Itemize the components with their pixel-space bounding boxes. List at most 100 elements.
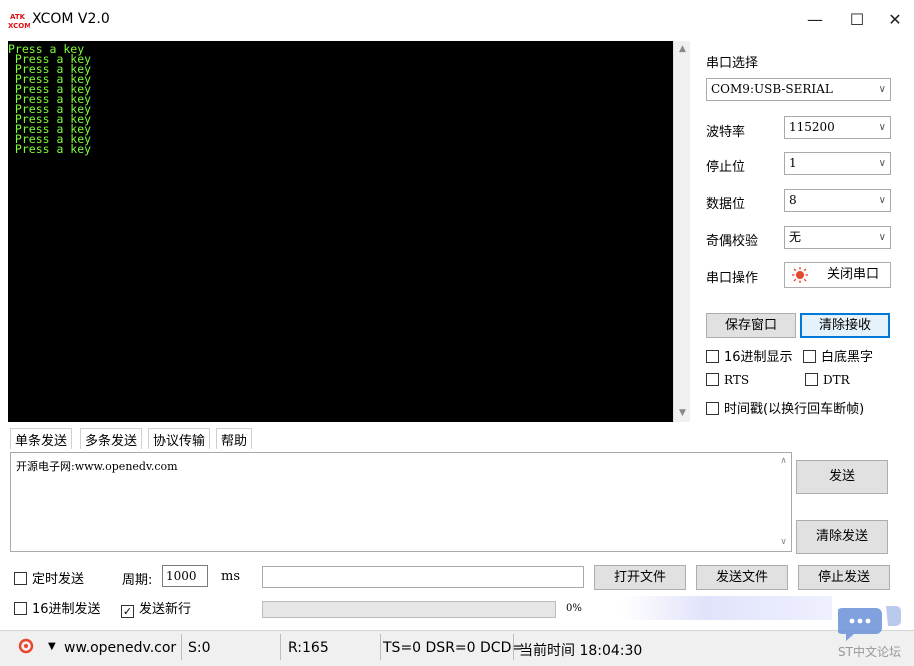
checkbox-icon (803, 350, 816, 363)
tab-help[interactable]: 帮助 (216, 428, 253, 449)
timed-send-checkbox[interactable]: 定时发送 (14, 568, 84, 587)
timed-send-label: 定时发送 (32, 572, 85, 587)
window-title: XCOM V2.0 (32, 11, 110, 27)
send-file-button[interactable]: 发送文件 (696, 565, 788, 590)
receive-terminal[interactable]: Press a key Press a key Press a key Pres… (8, 41, 673, 422)
port-op-label: 串口操作 (706, 271, 759, 286)
clear-receive-button[interactable]: 清除接收 (800, 313, 890, 338)
scroll-up-icon[interactable]: ∧ (775, 453, 792, 470)
hex-send-checkbox[interactable]: 16进制发送 (14, 598, 101, 617)
period-label: 周期: (122, 573, 153, 588)
status-separator (380, 634, 381, 660)
terminal-line: Press a key (8, 102, 92, 116)
forum-watermark: ST中文论坛 (838, 645, 901, 659)
open-file-button[interactable]: 打开文件 (594, 565, 686, 590)
checkbox-icon (706, 402, 719, 415)
checkbox-icon (805, 373, 818, 386)
parity-label: 奇偶校验 (706, 234, 759, 249)
maximize-button[interactable]: ☐ (839, 8, 875, 32)
dropdown-arrow-icon[interactable]: ▼ (48, 641, 56, 652)
hex-display-checkbox[interactable]: 16进制显示 (706, 346, 793, 365)
stopbits-label: 停止位 (706, 160, 746, 175)
title-bar (0, 0, 914, 40)
rts-label: RTS (724, 373, 750, 387)
chevron-down-icon: ∨ (878, 84, 886, 95)
timestamp-checkbox[interactable]: 时间戳(以换行回车断帧) (706, 398, 864, 417)
rts-checkbox[interactable]: RTS (706, 373, 749, 387)
port-label: 串口选择 (706, 56, 759, 71)
tab-multi-send[interactable]: 多条发送 (80, 428, 143, 449)
close-port-label: 关闭串口 (827, 267, 880, 282)
terminal-line: Press a key (8, 42, 85, 56)
port-select[interactable]: COM9:USB-SERIAL ∨ (706, 78, 891, 101)
hex-send-label: 16进制发送 (32, 602, 101, 617)
status-separator (181, 634, 182, 660)
send-newline-checkbox[interactable]: ✓ 发送新行 (121, 598, 191, 618)
terminal-line: Press a key (8, 132, 92, 146)
status-signals: TS=0 DSR=0 DCD= (383, 640, 524, 656)
period-unit: ms (221, 569, 240, 584)
status-received-count: R:165 (288, 640, 329, 656)
send-button[interactable]: 发送 (796, 460, 888, 494)
parity-value: 无 (789, 230, 802, 244)
databits-select[interactable]: 8 ∨ (784, 189, 891, 212)
status-url-link[interactable]: ww.openedv.cor (64, 640, 176, 656)
terminal-line: Press a key (8, 52, 92, 66)
status-sent-count: S:0 (188, 640, 211, 656)
parity-select[interactable]: 无 ∨ (784, 226, 891, 249)
progress-label: 0% (566, 603, 582, 614)
timestamp-label: 时间戳(以换行回车断帧) (724, 402, 865, 417)
chevron-down-icon: ∨ (878, 195, 886, 206)
checkbox-icon (14, 602, 27, 615)
status-separator (280, 634, 281, 660)
svg-text:XCOM: XCOM (8, 22, 30, 30)
baud-select[interactable]: 115200 ∨ (784, 116, 891, 139)
minimize-button[interactable]: — (797, 8, 833, 32)
scroll-down-icon[interactable]: ▼ (674, 405, 691, 422)
checkbox-icon (706, 350, 719, 363)
tab-single-send[interactable]: 单条发送 (10, 428, 73, 449)
receive-scrollbar[interactable]: ▲ ▼ (673, 41, 690, 422)
close-port-button[interactable]: 关闭串口 (784, 262, 891, 288)
status-time: 当前时间 18:04:30 (519, 643, 643, 659)
period-input[interactable]: 1000 (162, 565, 208, 587)
databits-value: 8 (789, 193, 797, 207)
chevron-down-icon: ∨ (878, 158, 886, 169)
chevron-down-icon: ∨ (878, 232, 886, 243)
checkbox-icon (14, 572, 27, 585)
scroll-down-icon[interactable]: ∨ (775, 534, 792, 551)
dtr-checkbox[interactable]: DTR (805, 373, 850, 387)
settings-gear-icon[interactable] (18, 638, 34, 658)
terminal-line: Press a key (8, 122, 92, 136)
stop-send-button[interactable]: 停止发送 (798, 565, 890, 590)
dtr-label: DTR (823, 373, 850, 387)
stopbits-select[interactable]: 1 ∨ (784, 152, 891, 175)
stopbits-value: 1 (789, 156, 797, 170)
status-separator (513, 634, 514, 660)
port-value: COM9:USB-SERIAL (711, 82, 833, 96)
terminal-line: Press a key (8, 72, 92, 86)
white-bg-checkbox[interactable]: 白底黑字 (803, 346, 873, 365)
close-button[interactable]: ✕ (881, 8, 909, 32)
checkbox-icon (706, 373, 719, 386)
tab-protocol[interactable]: 协议传输 (148, 428, 211, 449)
terminal-line: Press a key (8, 82, 92, 96)
hex-display-label: 16进制显示 (724, 350, 793, 365)
terminal-line: Press a key (8, 142, 92, 156)
baud-label: 波特率 (706, 125, 746, 140)
svg-text:ATK: ATK (10, 13, 26, 21)
blur-overlay (620, 596, 832, 620)
send-progress-bar (262, 601, 556, 618)
send-textarea[interactable]: 开源电子网:www.openedv.com (10, 452, 792, 552)
send-scrollbar[interactable]: ∧ ∨ (775, 453, 791, 551)
baud-value: 115200 (789, 120, 835, 134)
status-lamp-icon (791, 266, 809, 293)
scroll-up-icon[interactable]: ▲ (674, 41, 691, 58)
terminal-line: Press a key (8, 62, 92, 76)
terminal-line: Press a key (8, 112, 92, 126)
checkmark-icon: ✓ (121, 605, 134, 618)
save-window-button[interactable]: 保存窗口 (706, 313, 796, 338)
white-bg-label: 白底黑字 (821, 350, 874, 365)
file-path-input[interactable] (262, 566, 584, 588)
clear-send-button[interactable]: 清除发送 (796, 520, 888, 554)
